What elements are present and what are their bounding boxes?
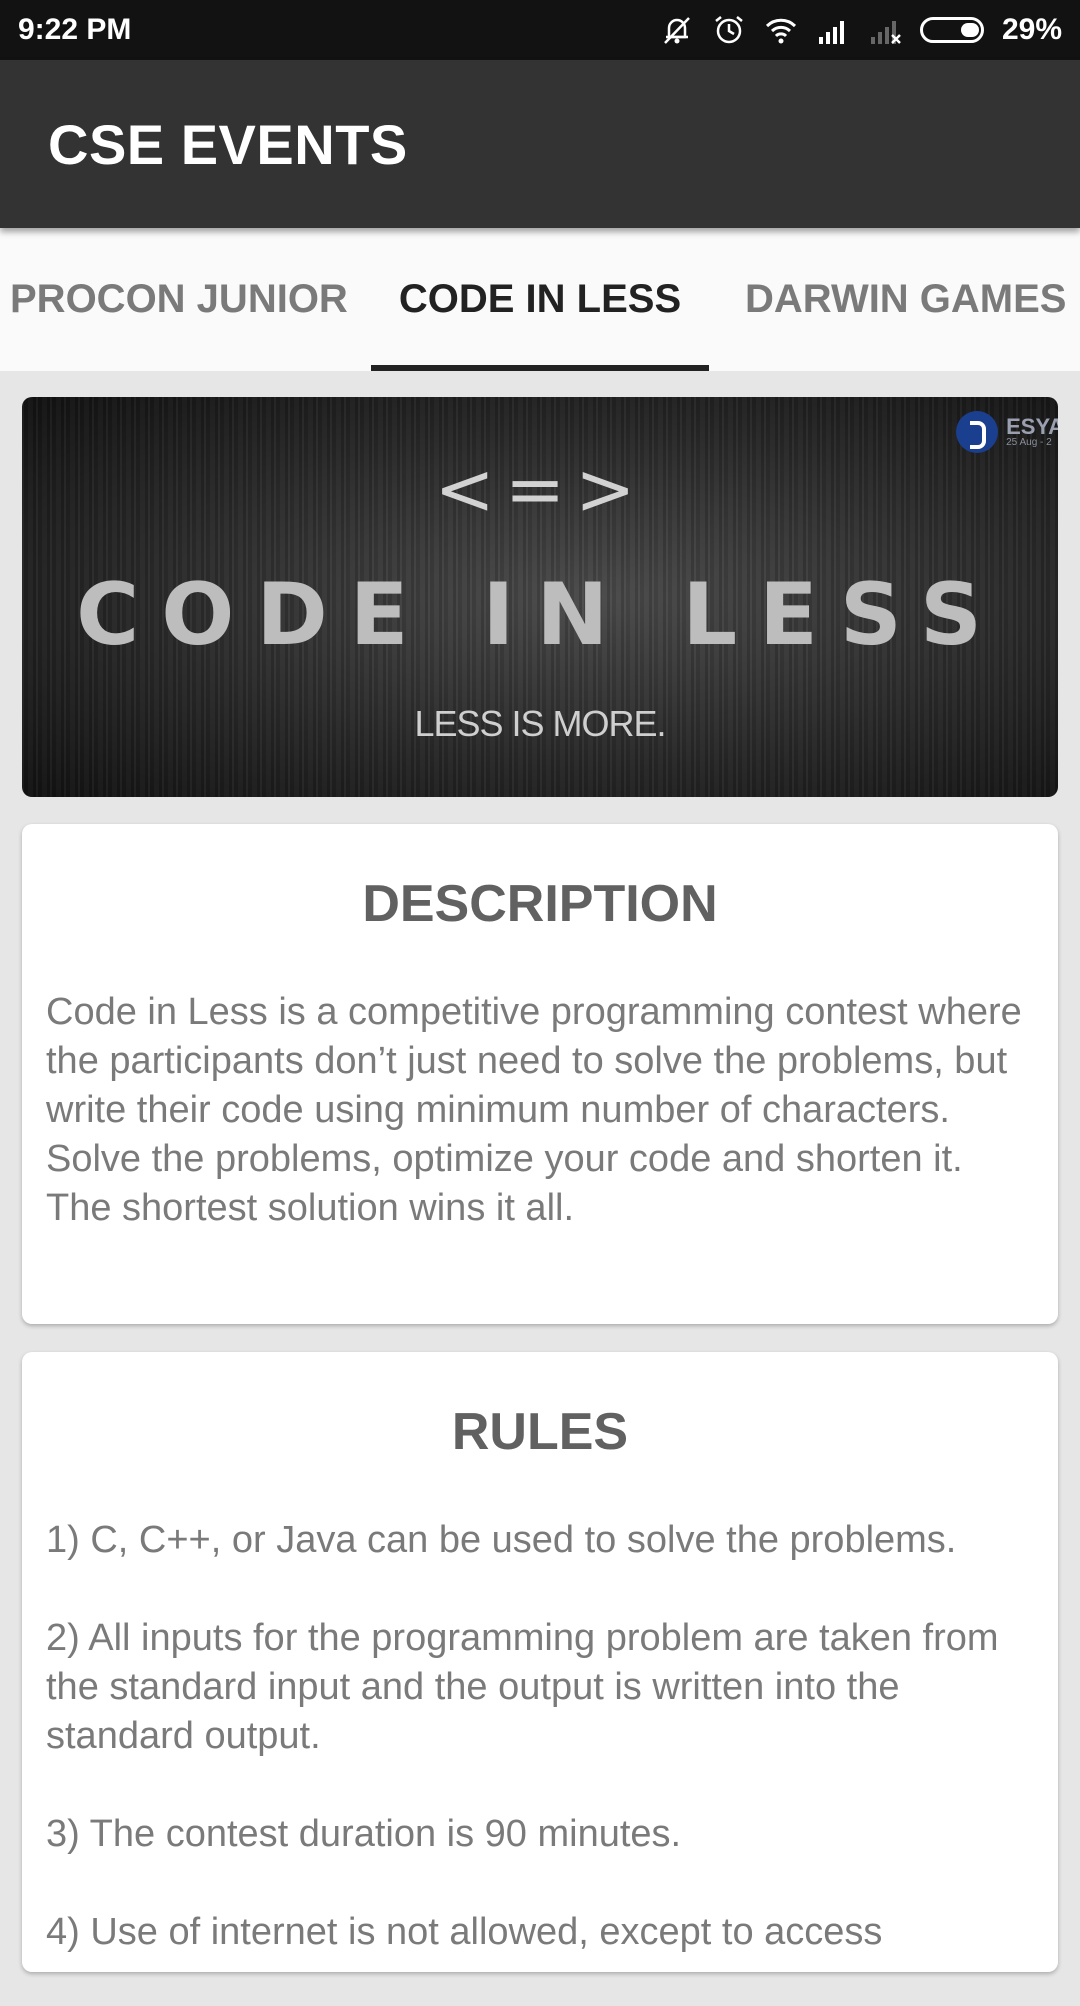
tab-darwin-games[interactable]: DARWIN GAMES [745, 228, 1066, 371]
status-time: 9:22 PM [18, 13, 132, 46]
rule-item: 2) All inputs for the programming proble… [46, 1617, 999, 1757]
signal-icon [818, 21, 844, 44]
description-heading: DESCRIPTION [362, 875, 718, 933]
tab-code-in-less[interactable]: CODE IN LESS [371, 228, 709, 371]
rules-heading: RULES [451, 1403, 629, 1461]
event-banner-image: <=> CODE IN LESS LESS IS MORE. ESYA 25 A… [22, 397, 1058, 797]
rule-item: 3) The contest duration is 90 minutes. [46, 1813, 682, 1855]
banner-tagline: LESS IS MORE. [414, 703, 666, 744]
status-bar: 9:22 PM 29% [0, 0, 1080, 60]
sponsor-date: 25 Aug - 2 [1006, 437, 1052, 448]
battery-percent: 29% [1001, 13, 1062, 46]
rule-item: 1) C, C++, or Java can be used to solve … [46, 1519, 957, 1561]
sponsor-logo: ESYA 25 Aug - 2 [956, 411, 1058, 453]
description-card: DESCRIPTION Code in Less is a competitiv… [22, 824, 1058, 1324]
status-icons: 29% [660, 13, 1062, 47]
tab-procon-junior[interactable]: PROCON JUNIOR [10, 228, 348, 371]
alarm-icon [715, 16, 743, 44]
wifi-icon [765, 18, 797, 44]
banner-title: CODE IN LESS [76, 565, 1004, 665]
battery-icon [919, 17, 984, 43]
rules-card: RULES 1) C, C++, or Java can be used to … [22, 1352, 1058, 1972]
esya-logo-icon [956, 411, 999, 453]
sponsor-name: ESYA [1006, 414, 1058, 439]
tab-bar: PROCON JUNIOR CODE IN LESS DARWIN GAMES [0, 228, 1080, 371]
bell-off-icon [664, 17, 690, 44]
signal-none-icon [870, 21, 901, 44]
app-bar: CSE EVENTS [0, 60, 1080, 228]
rules-list: 1) C, C++, or Java can be used to solve … [46, 1516, 1034, 2006]
tab-indicator [371, 365, 709, 371]
banner-symbol: <=> [434, 447, 646, 531]
rule-item: 4) Use of internet is not allowed, excep… [46, 1911, 883, 1953]
app-title: CSE EVENTS [48, 113, 408, 176]
description-text: Code in Less is a competitive programmin… [46, 991, 1022, 1229]
